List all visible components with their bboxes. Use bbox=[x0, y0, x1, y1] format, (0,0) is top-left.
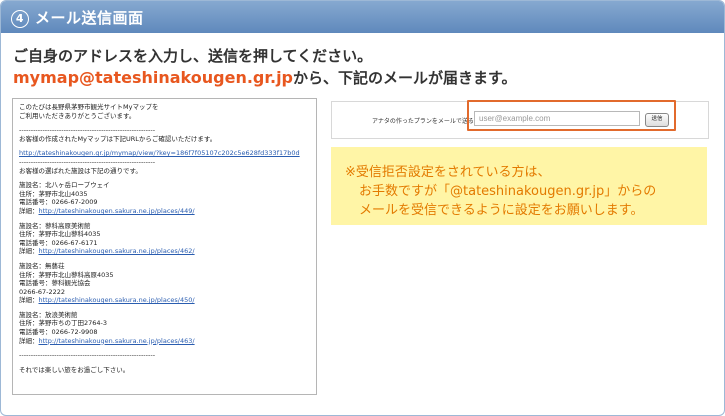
email-line: 詳細：http://tateshinakougen.sakura.ne.jp/p… bbox=[19, 336, 195, 345]
email-line: 詳細：http://tateshinakougen.sakura.ne.jp/p… bbox=[19, 206, 195, 215]
email-line: お客様の作成されたMyマップは下記URLからご確認いただけます。 bbox=[19, 134, 217, 143]
sender-domain: mymap@tateshinakougen.gr.jp bbox=[13, 68, 293, 87]
header-title-text: メール送信画面 bbox=[35, 9, 144, 27]
email-line: ----------------------------------------… bbox=[19, 126, 156, 135]
header-title: 4 メール送信画面 bbox=[11, 7, 144, 28]
instruction-line-1: ご自身のアドレスを入力し、送信を押してください。 bbox=[13, 47, 373, 65]
email-line: ----------------------------------------… bbox=[19, 157, 156, 166]
email-line: 住所：茅野市北山蓼科4035 bbox=[19, 230, 101, 239]
email-line: 住所：茅野市北山蓼科高原4035 bbox=[19, 270, 114, 279]
email-line: 住所：茅野市ちの丁田2764-3 bbox=[19, 319, 108, 328]
email-line: 0266-67-2222 bbox=[19, 287, 66, 296]
email-preview: このたびは長野県茅野市観光サイトMyマップを ご利用いただきありがとうございます。… bbox=[12, 98, 317, 395]
email-line: 施設名：蓼科高原美術館 bbox=[19, 221, 91, 230]
send-form-label: アナタの作ったプランをメールで送る bbox=[372, 118, 474, 125]
email-line: ----------------------------------------… bbox=[19, 351, 156, 360]
notice-line-3: メールを受信できるように設定をお願いします。 bbox=[359, 203, 644, 218]
input-highlight-box bbox=[467, 100, 676, 131]
email-line: このたびは長野県茅野市観光サイトMyマップを bbox=[19, 103, 159, 111]
email-line: それでは楽しい旅をお過ごし下さい。 bbox=[19, 365, 130, 374]
email-line: 詳細：http://tateshinakougen.sakura.ne.jp/p… bbox=[19, 296, 195, 305]
panel-header: 4 メール送信画面 bbox=[1, 1, 724, 33]
email-line: 電話番号：0266-67-2009 bbox=[19, 198, 98, 207]
email-line: 施設名：北八ヶ岳ロープウェイ bbox=[19, 181, 110, 190]
email-line: 電話番号：0266-72-9908 bbox=[19, 328, 98, 337]
email-line: 電話番号：蓼科観光協会 bbox=[19, 279, 91, 288]
email-link[interactable]: http://tateshinakougen.gr.jp/mymap/view/… bbox=[19, 149, 310, 158]
notice-box: ※受信拒否設定をされている方は、 お手数ですが「@tateshinakougen… bbox=[331, 147, 707, 225]
email-line: 詳細：http://tateshinakougen.sakura.ne.jp/p… bbox=[19, 247, 195, 256]
email-link[interactable]: http://tateshinakougen.sakura.ne.jp/plac… bbox=[39, 296, 195, 304]
email-line: お客様の選ばれた施設は下記の通りです。 bbox=[19, 166, 142, 175]
email-link[interactable]: http://tateshinakougen.sakura.ne.jp/plac… bbox=[39, 207, 195, 215]
email-link[interactable]: http://tateshinakougen.sakura.ne.jp/plac… bbox=[39, 247, 195, 255]
instruction-line-2-rest: から、下記のメールが届きます。 bbox=[293, 69, 517, 87]
notice-line-2: お手数ですが「@tateshinakougen.gr.jp」からの bbox=[359, 184, 657, 199]
step-number-badge: 4 bbox=[11, 10, 29, 28]
notice-line-1: ※受信拒否設定をされている方は、 bbox=[345, 165, 551, 180]
email-line: 施設名：無藝荘 bbox=[19, 261, 65, 270]
panel-frame: 4 メール送信画面 ご自身のアドレスを入力し、送信を押してください。 mymap@… bbox=[0, 0, 725, 416]
instruction-line-2: mymap@tateshinakougen.gr.jpから、下記のメールが届きま… bbox=[13, 67, 517, 88]
email-link[interactable]: http://tateshinakougen.sakura.ne.jp/plac… bbox=[39, 337, 195, 345]
email-line: ご利用いただきありがとうございます。 bbox=[19, 111, 136, 120]
